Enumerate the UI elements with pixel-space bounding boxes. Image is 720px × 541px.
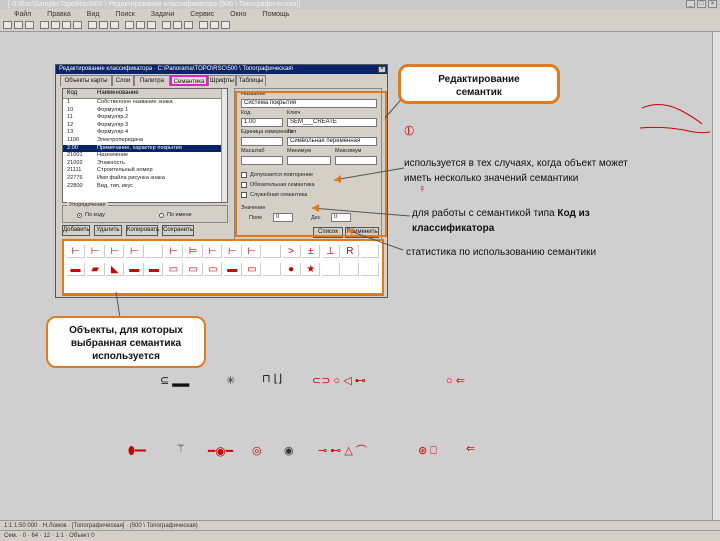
note-classifier-line2: классификатора bbox=[412, 223, 495, 234]
callout-edit-semantics: Редактирование семантик bbox=[398, 64, 560, 104]
note-classifier: для работы с семантикой типа Код из клас… bbox=[412, 206, 702, 236]
note-classifier-line1: для работы с семантикой типа bbox=[412, 208, 558, 219]
status-line-1: 1:1 1:50 000 · Н.Ломов · [Топографическа… bbox=[4, 523, 198, 529]
note-statistics: статистика по использованию семантики bbox=[406, 247, 597, 258]
callout-lines bbox=[115, 94, 411, 319]
status-bar-bottom: Сем. · 0 · 64 · 12 · 1:1 · Объект 0 bbox=[0, 530, 720, 541]
note-repeat-line1: используется в тех случаях, когда объект… bbox=[404, 158, 628, 169]
callout-objects: Объекты, для которых выбранная семантика… bbox=[46, 316, 206, 368]
note-repeat-line2: иметь несколько значений семантики bbox=[404, 173, 579, 184]
note-repeat: используется в тех случаях, когда объект… bbox=[404, 156, 704, 186]
note-classifier-bold: Код из bbox=[557, 208, 590, 219]
status-line-2: Сем. · 0 · 64 · 12 · 1:1 · Объект 0 bbox=[4, 533, 95, 539]
